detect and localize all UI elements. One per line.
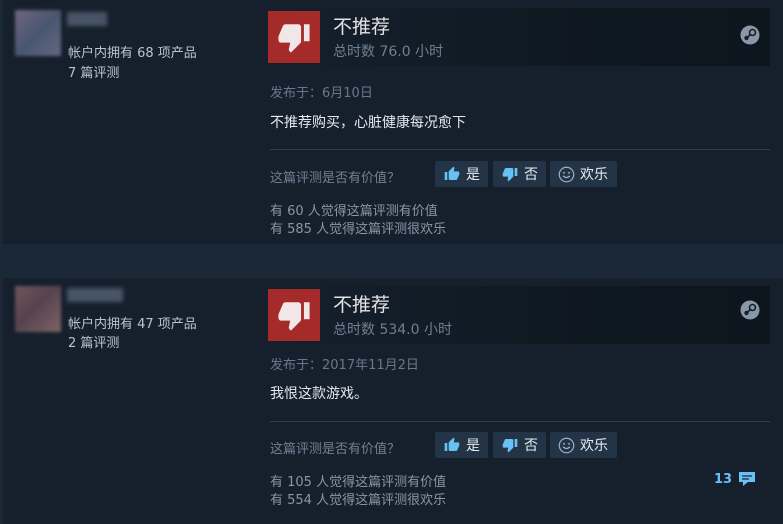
vote-no-label: 否 (524, 167, 538, 183)
avatar[interactable] (15, 286, 61, 332)
vote-funny-button[interactable]: 欢乐 (550, 432, 617, 458)
funny-count: 有 554 人觉得这篇评测很欢乐 (270, 493, 447, 508)
vote-no-button[interactable]: 否 (493, 432, 546, 458)
author-products-count[interactable]: 帐户内拥有 47 项产品 (68, 313, 197, 332)
vote-no-label: 否 (524, 438, 538, 454)
helpful-count: 有 60 人觉得这篇评测有价值 (270, 204, 438, 219)
divider (270, 421, 770, 422)
steam-logo-icon (740, 300, 760, 324)
funny-count: 有 585 人觉得这篇评测很欢乐 (270, 222, 447, 237)
thumbs-down-icon (502, 168, 518, 182)
vote-yes-label: 是 (466, 438, 480, 454)
thumbs-up-icon (444, 437, 460, 451)
vote-yes-button[interactable]: 是 (435, 161, 488, 187)
thumbs-down-icon (268, 289, 320, 341)
review-card: 帐户内拥有 68 项产品 7 篇评测 不推荐 总时数 76.0 小时 发布于：6… (3, 0, 783, 244)
vote-yes-label: 是 (466, 167, 480, 183)
author-name-blurred[interactable] (67, 12, 107, 26)
vote-yes-button[interactable]: 是 (435, 432, 488, 458)
recommendation-title[interactable]: 不推荐 (333, 12, 390, 39)
review-author[interactable]: 帐户内拥有 68 项产品 7 篇评测 (3, 0, 265, 244)
vote-funny-button[interactable]: 欢乐 (550, 161, 617, 187)
steam-logo-icon (740, 25, 760, 49)
playtime-hours: 总时数 534.0 小时 (333, 322, 452, 338)
posted-date: 发布于：2017年11月2日 (270, 358, 419, 373)
thumbs-up-icon (444, 166, 460, 180)
author-reviews-count[interactable]: 7 篇评测 (68, 62, 119, 81)
posted-date: 发布于：6月10日 (270, 86, 373, 101)
vote-funny-label: 欢乐 (580, 438, 608, 454)
comment-count: 13 (714, 471, 733, 487)
vote-no-button[interactable]: 否 (493, 161, 546, 187)
comment-icon (739, 472, 756, 486)
author-reviews-count[interactable]: 2 篇评测 (68, 332, 119, 351)
smiley-icon (558, 437, 575, 453)
playtime-hours: 总时数 76.0 小时 (333, 44, 444, 60)
helpful-question: 这篇评测是否有价值？ (270, 171, 401, 186)
review-card: 帐户内拥有 47 项产品 2 篇评测 不推荐 总时数 534.0 小时 发布于：… (3, 278, 783, 524)
divider (270, 149, 770, 150)
thumbs-down-icon (502, 439, 518, 453)
vote-funny-label: 欢乐 (580, 167, 608, 183)
recommendation-title[interactable]: 不推荐 (333, 290, 390, 317)
smiley-icon (558, 166, 575, 182)
author-name-blurred[interactable] (67, 288, 123, 302)
helpful-question: 这篇评测是否有价值？ (270, 442, 401, 457)
review-text: 不推荐购买，心脏健康每况愈下 (270, 115, 466, 131)
avatar[interactable] (15, 10, 61, 56)
review-author[interactable]: 帐户内拥有 47 项产品 2 篇评测 (3, 278, 265, 524)
author-products-count[interactable]: 帐户内拥有 68 项产品 (68, 42, 197, 61)
review-text: 我恨这款游戏。 (270, 386, 368, 402)
helpful-count: 有 105 人觉得这篇评测有价值 (270, 475, 447, 490)
thumbs-down-icon (268, 11, 320, 63)
comment-count-link[interactable]: 13 (714, 470, 757, 488)
